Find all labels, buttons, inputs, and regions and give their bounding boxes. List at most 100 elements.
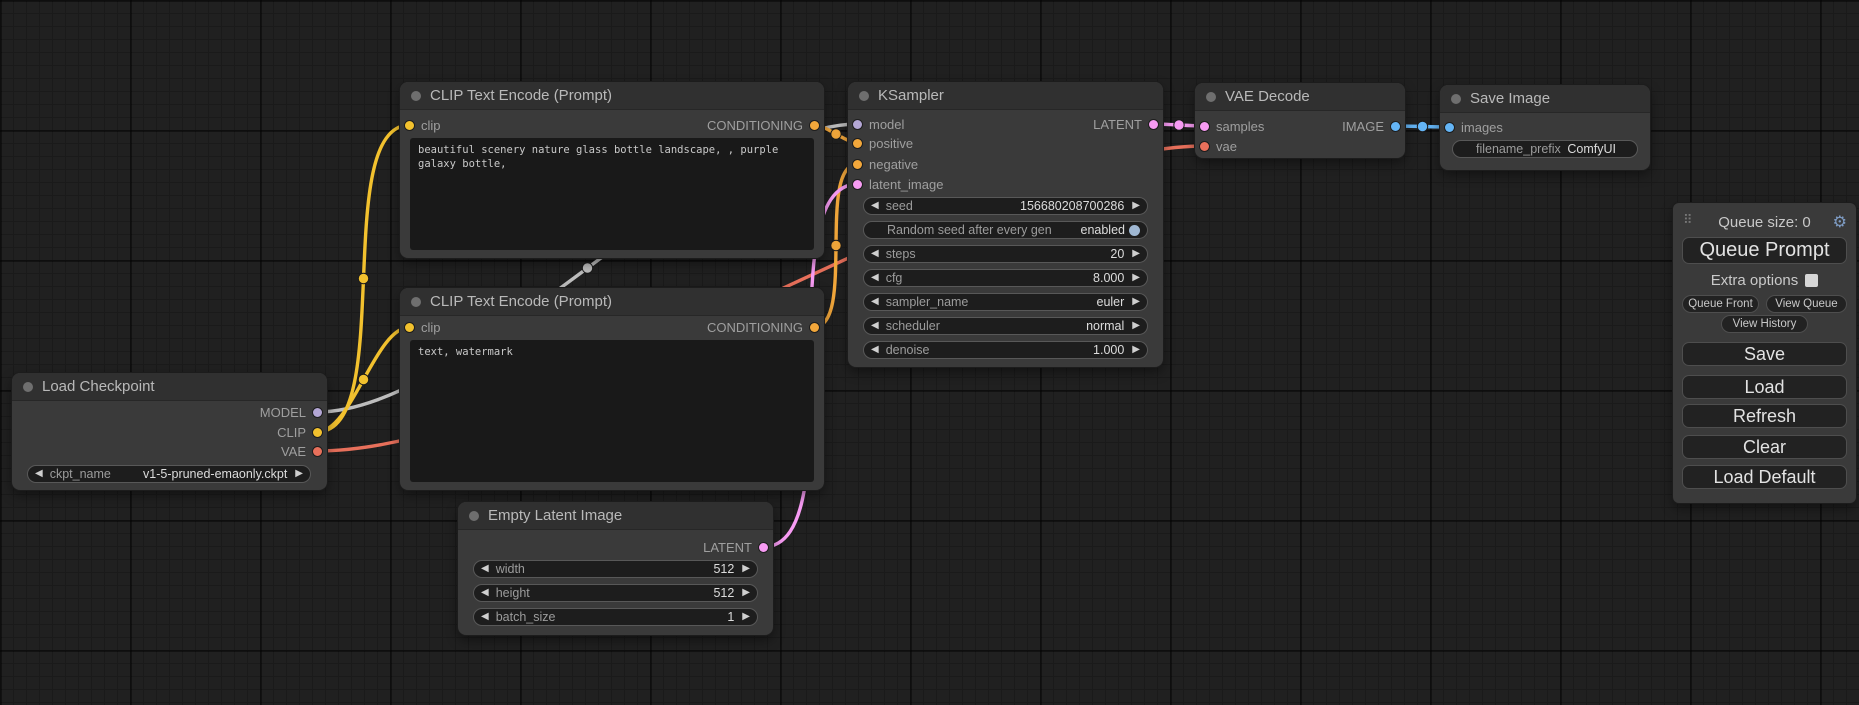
input-slot-positive[interactable]: positive [853,134,913,152]
conditioning-output-port[interactable] [810,323,819,332]
queue-front-button[interactable]: Queue Front [1682,295,1759,313]
node-collapse-dot[interactable] [411,91,421,101]
node-title-bar[interactable]: VAE Decode [1195,83,1405,111]
toggle-dot[interactable] [1129,225,1140,236]
conditioning-input-port[interactable] [853,160,862,169]
view-queue-button[interactable]: View Queue [1766,295,1847,313]
input-slot-vae[interactable]: vae [1200,137,1237,155]
negative-prompt-textarea[interactable]: text, watermark [410,340,814,482]
arrow-right-icon[interactable]: ▶ [1132,273,1140,283]
output-slot-model[interactable]: MODEL [260,403,322,421]
scheduler-widget[interactable]: ◀ scheduler normal ▶ [863,317,1148,335]
arrow-left-icon[interactable]: ◀ [871,297,879,307]
load-default-button[interactable]: Load Default [1682,465,1847,489]
output-slot-conditioning[interactable]: CONDITIONING [707,318,819,336]
node-title-bar[interactable]: Empty Latent Image [458,502,773,530]
arrow-right-icon[interactable]: ▶ [742,612,750,622]
sampler-name-widget[interactable]: ◀ sampler_name euler ▶ [863,293,1148,311]
latent-input-port[interactable] [1200,122,1209,131]
model-input-port[interactable] [853,120,862,129]
output-slot-image[interactable]: IMAGE [1342,117,1400,135]
link-midpoint-dot[interactable] [358,273,368,283]
arrow-left-icon[interactable]: ◀ [871,201,879,211]
input-slot-clip[interactable]: clip [405,318,441,336]
input-slot-clip[interactable]: clip [405,116,441,134]
arrow-left-icon[interactable]: ◀ [871,345,879,355]
output-slot-vae[interactable]: VAE [281,442,322,460]
arrow-right-icon[interactable]: ▶ [742,564,750,574]
batch-size-widget[interactable]: ◀ batch_size 1 ▶ [473,608,758,626]
input-slot-latent-image[interactable]: latent_image [853,175,943,193]
link-midpoint-dot[interactable] [1174,120,1184,130]
vae-output-port[interactable] [313,447,322,456]
arrow-left-icon[interactable]: ◀ [871,273,879,283]
arrow-left-icon[interactable]: ◀ [871,249,879,259]
drag-handle-icon[interactable]: ⠿ [1683,213,1693,228]
random-seed-toggle-widget[interactable]: Random seed after every gen enabled [863,221,1148,239]
node-collapse-dot[interactable] [1451,94,1461,104]
latent-output-port[interactable] [759,543,768,552]
refresh-button[interactable]: Refresh [1682,404,1847,428]
queue-prompt-button[interactable]: Queue Prompt [1682,237,1847,264]
link-midpoint-dot[interactable] [1417,121,1427,131]
arrow-right-icon[interactable]: ▶ [1132,345,1140,355]
link-midpoint-dot[interactable] [831,240,841,250]
arrow-left-icon[interactable]: ◀ [481,612,489,622]
positive-prompt-textarea[interactable]: beautiful scenery nature glass bottle la… [410,138,814,250]
image-input-port[interactable] [1445,123,1454,132]
input-slot-negative[interactable]: negative [853,155,918,173]
clip-input-port[interactable] [405,323,414,332]
image-output-port[interactable] [1391,122,1400,131]
node-title-bar[interactable]: Save Image [1440,85,1650,113]
output-slot-latent[interactable]: LATENT [703,538,768,556]
output-slot-conditioning[interactable]: CONDITIONING [707,116,819,134]
arrow-right-icon[interactable]: ▶ [1132,201,1140,211]
clip-input-port[interactable] [405,121,414,130]
ckpt-name-widget[interactable]: ◀ ckpt_name v1-5-pruned-emaonly.ckpt ▶ [27,465,311,483]
input-slot-images[interactable]: images [1445,118,1503,136]
arrow-right-icon[interactable]: ▶ [295,469,303,479]
arrow-right-icon[interactable]: ▶ [1132,321,1140,331]
node-collapse-dot[interactable] [411,297,421,307]
arrow-left-icon[interactable]: ◀ [481,564,489,574]
node-title-bar[interactable]: CLIP Text Encode (Prompt) [400,82,824,110]
arrow-right-icon[interactable]: ▶ [1132,297,1140,307]
link-midpoint-dot[interactable] [358,374,368,384]
vae-input-port[interactable] [1200,142,1209,151]
gear-icon[interactable]: ⚙ [1833,212,1847,231]
clear-button[interactable]: Clear [1682,435,1847,459]
link-midpoint-dot[interactable] [582,263,592,273]
filename-prefix-widget[interactable]: filename_prefix ComfyUI [1452,140,1638,158]
latent-output-port[interactable] [1149,120,1158,129]
output-slot-clip[interactable]: CLIP [277,423,322,441]
conditioning-output-port[interactable] [810,121,819,130]
seed-widget[interactable]: ◀ seed 156680208700286 ▶ [863,197,1148,215]
height-widget[interactable]: ◀ height 512 ▶ [473,584,758,602]
save-button[interactable]: Save [1682,342,1847,366]
steps-widget[interactable]: ◀ steps 20 ▶ [863,245,1148,263]
node-collapse-dot[interactable] [469,511,479,521]
arrow-right-icon[interactable]: ▶ [742,588,750,598]
arrow-left-icon[interactable]: ◀ [481,588,489,598]
link-midpoint-dot[interactable] [831,129,841,139]
input-slot-samples[interactable]: samples [1200,117,1264,135]
node-collapse-dot[interactable] [1206,92,1216,102]
output-slot-latent[interactable]: LATENT [1093,115,1158,133]
latent-input-port[interactable] [853,180,862,189]
arrow-right-icon[interactable]: ▶ [1132,249,1140,259]
model-output-port[interactable] [313,408,322,417]
load-button[interactable]: Load [1682,375,1847,399]
node-title-bar[interactable]: KSampler [848,82,1163,110]
input-slot-model[interactable]: model [853,115,904,133]
extra-options-checkbox[interactable] [1805,274,1818,287]
clip-output-port[interactable] [313,428,322,437]
conditioning-input-port[interactable] [853,139,862,148]
node-title-bar[interactable]: CLIP Text Encode (Prompt) [400,288,824,316]
arrow-left-icon[interactable]: ◀ [871,321,879,331]
node-title-bar[interactable]: Load Checkpoint [12,373,327,401]
denoise-widget[interactable]: ◀ denoise 1.000 ▶ [863,341,1148,359]
node-collapse-dot[interactable] [23,382,33,392]
view-history-button[interactable]: View History [1721,315,1808,333]
node-collapse-dot[interactable] [859,91,869,101]
cfg-widget[interactable]: ◀ cfg 8.000 ▶ [863,269,1148,287]
